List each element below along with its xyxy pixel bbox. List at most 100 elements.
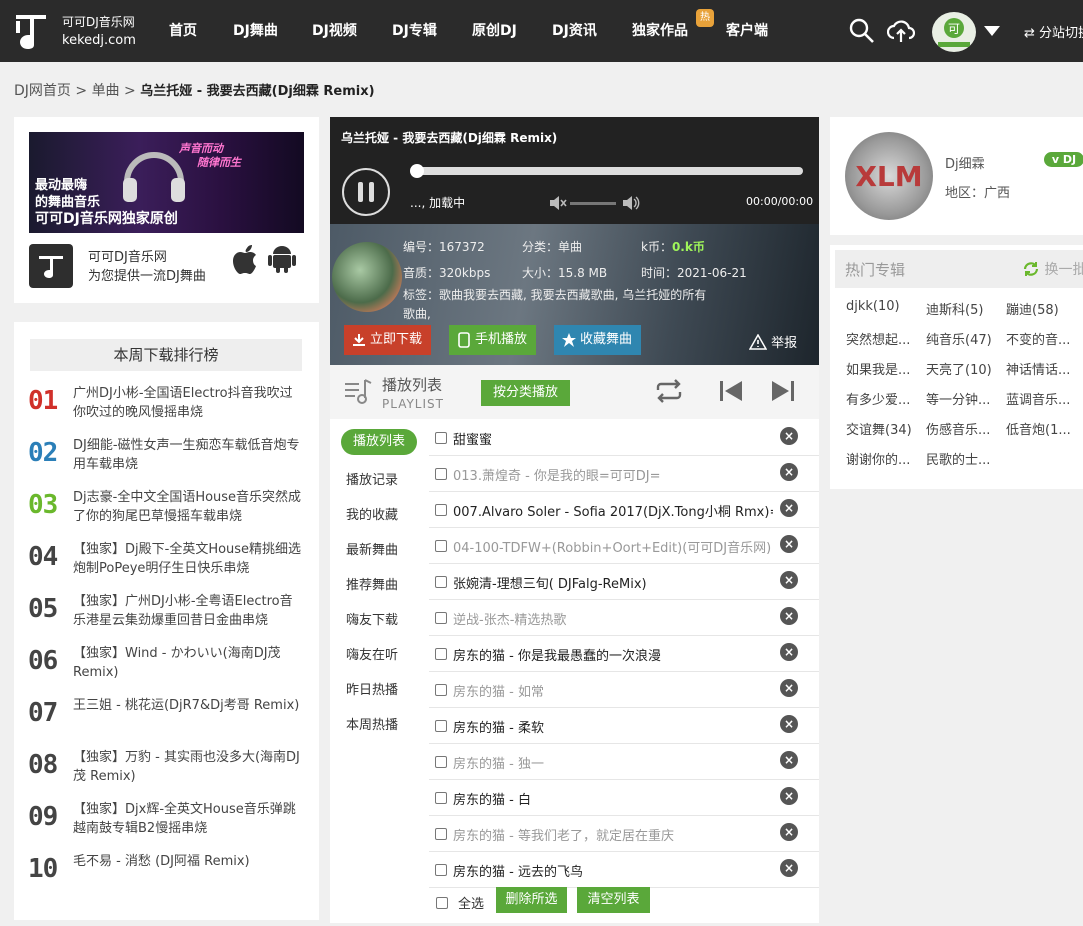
side-tab-playlist[interactable]: 播放列表 bbox=[341, 429, 417, 455]
app-logo-icon[interactable] bbox=[29, 244, 73, 288]
playlist-row[interactable]: 房东的猫 - 独一 × bbox=[429, 744, 819, 780]
report-button[interactable]: 举报 bbox=[748, 332, 797, 351]
remove-row-icon[interactable]: × bbox=[780, 823, 798, 841]
promo-banner[interactable]: 声音而动 随律而生 最动最嗨 的舞曲音乐 可可DJ音乐网独家原创 bbox=[29, 132, 304, 233]
album-link[interactable]: 天亮了(10) bbox=[926, 359, 1004, 378]
remove-row-icon[interactable]: × bbox=[780, 535, 798, 553]
row-checkbox[interactable] bbox=[435, 792, 447, 804]
breadcrumb-home[interactable]: DJ网首页 bbox=[14, 83, 71, 99]
row-checkbox[interactable] bbox=[435, 540, 447, 552]
row-track-title[interactable]: 013.萧煌奇 - 你是我的眼=可可DJ= bbox=[453, 465, 773, 484]
row-checkbox[interactable] bbox=[435, 432, 447, 444]
upload-icon[interactable] bbox=[887, 18, 915, 44]
rank-track-link[interactable]: 【独家】广州DJ小彬-全粤语Electro音乐港星云集劲爆重回昔日金曲串烧 bbox=[73, 592, 303, 630]
collect-button[interactable]: 收藏舞曲 bbox=[554, 325, 641, 355]
android-icon[interactable] bbox=[268, 244, 296, 274]
side-tab-friend-downloads[interactable]: 嗨友下载 bbox=[346, 609, 398, 628]
playlist-row[interactable]: 逆战-张杰-精选热歌 × bbox=[429, 600, 819, 636]
album-link[interactable]: 如果我是... bbox=[846, 359, 924, 378]
row-track-title[interactable]: 张婉清-理想三旬( DJFalg-ReMix) bbox=[453, 573, 773, 592]
remove-row-icon[interactable]: × bbox=[780, 643, 798, 661]
album-link[interactable]: 谢谢你的... bbox=[846, 449, 924, 468]
row-checkbox[interactable] bbox=[435, 576, 447, 588]
album-link[interactable]: djkk(10) bbox=[846, 299, 924, 314]
playlist-row[interactable]: 007.Alvaro Soler - Sofia 2017(DjX.Tong小桐… bbox=[429, 492, 819, 528]
repeat-icon[interactable] bbox=[654, 378, 684, 404]
row-track-title[interactable]: 007.Alvaro Soler - Sofia 2017(DjX.Tong小桐… bbox=[453, 501, 773, 520]
rank-track-link[interactable]: Dj志豪-全中文全国语House音乐突然成了你的狗尾巴草慢摇车载串烧 bbox=[73, 488, 303, 526]
download-button[interactable]: 立即下载 bbox=[344, 325, 431, 355]
album-link[interactable]: 神话情话... bbox=[1006, 359, 1083, 378]
chevron-down-icon[interactable] bbox=[984, 26, 1000, 36]
album-link[interactable]: 蓝调音乐... bbox=[1006, 389, 1083, 408]
album-link[interactable]: 等一分钟... bbox=[926, 389, 1004, 408]
clear-list-button[interactable]: 清空列表 bbox=[577, 887, 650, 913]
remove-row-icon[interactable]: × bbox=[780, 499, 798, 517]
playlist-row[interactable]: 013.萧煌奇 - 你是我的眼=可可DJ= × bbox=[429, 456, 819, 492]
remove-row-icon[interactable]: × bbox=[780, 679, 798, 697]
playlist-row[interactable]: 04-100-TDFW+(Robbin+Oort+Edit)(可可DJ音乐网) × bbox=[429, 528, 819, 564]
volume-icon[interactable] bbox=[622, 195, 640, 211]
apple-icon[interactable] bbox=[231, 244, 259, 274]
select-all-label[interactable]: 全选 bbox=[458, 893, 484, 912]
delete-selected-button[interactable]: 删除所选 bbox=[496, 887, 567, 913]
album-link[interactable]: 迪斯科(5) bbox=[926, 299, 1004, 318]
row-track-title[interactable]: 甜蜜蜜 bbox=[453, 429, 773, 448]
remove-row-icon[interactable]: × bbox=[780, 463, 798, 481]
row-checkbox[interactable] bbox=[435, 828, 447, 840]
rank-track-link[interactable]: 毛不易 - 消愁 (DJ阿福 Remix) bbox=[73, 852, 303, 871]
swap-batch-button[interactable]: 换一批 bbox=[1022, 259, 1083, 279]
side-tab-week-hot[interactable]: 本周热播 bbox=[346, 714, 398, 733]
rank-track-link[interactable]: 【独家】Dj殿下-全英文House精挑细选炮制PoPeye明仔生日快乐串烧 bbox=[73, 540, 303, 578]
remove-row-icon[interactable]: × bbox=[780, 571, 798, 589]
playlist-row[interactable]: 张婉清-理想三旬( DJFalg-ReMix) × bbox=[429, 564, 819, 600]
row-track-title[interactable]: 房东的猫 - 如常 bbox=[453, 681, 773, 700]
remove-row-icon[interactable]: × bbox=[780, 787, 798, 805]
rank-track-link[interactable]: 王三姐 - 桃花运(DjR7&Dj考哥 Remix) bbox=[73, 696, 303, 715]
previous-track-icon[interactable] bbox=[716, 378, 746, 404]
remove-row-icon[interactable]: × bbox=[780, 607, 798, 625]
row-checkbox[interactable] bbox=[435, 504, 447, 516]
album-link[interactable]: 民歌的士... bbox=[926, 449, 1004, 468]
row-track-title[interactable]: 房东的猫 - 等我们老了，就定居在重庆 bbox=[453, 825, 773, 844]
row-checkbox[interactable] bbox=[435, 756, 447, 768]
row-track-title[interactable]: 房东的猫 - 独一 bbox=[453, 753, 773, 772]
row-checkbox[interactable] bbox=[435, 684, 447, 696]
breadcrumb-section[interactable]: 单曲 bbox=[92, 83, 120, 99]
side-tab-history[interactable]: 播放记录 bbox=[346, 469, 398, 488]
row-checkbox[interactable] bbox=[435, 864, 447, 876]
side-tab-friend-listening[interactable]: 嗨友在听 bbox=[346, 644, 398, 663]
artist-avatar[interactable]: XLM bbox=[845, 132, 933, 220]
switch-site-link[interactable]: ⇄ 分站切换 bbox=[1024, 22, 1083, 41]
remove-row-icon[interactable]: × bbox=[780, 427, 798, 445]
playlist-row[interactable]: 房东的猫 - 白 × bbox=[429, 780, 819, 816]
volume-slider[interactable] bbox=[570, 202, 616, 205]
row-track-title[interactable]: 房东的猫 - 白 bbox=[453, 789, 773, 808]
row-track-title[interactable]: 房东的猫 - 你是我最愚蠢的一次浪漫 bbox=[453, 645, 773, 664]
row-track-title[interactable]: 逆战-张杰-精选热歌 bbox=[453, 609, 773, 628]
mute-icon[interactable] bbox=[549, 195, 567, 211]
artist-name[interactable]: Dj细霖 bbox=[945, 153, 985, 172]
progress-handle[interactable] bbox=[410, 164, 424, 178]
side-tab-yesterday-hot[interactable]: 昨日热播 bbox=[346, 679, 398, 698]
rank-track-link[interactable]: 【独家】Djx辉-全英文House音乐弹跳越南鼓专辑B2慢摇串烧 bbox=[73, 800, 303, 838]
album-link[interactable]: 蹦迪(58) bbox=[1006, 299, 1083, 318]
row-checkbox[interactable] bbox=[435, 468, 447, 480]
classify-play-button[interactable]: 按分类播放 bbox=[481, 380, 570, 406]
nav-home[interactable]: 首页 bbox=[169, 20, 197, 40]
remove-row-icon[interactable]: × bbox=[780, 859, 798, 877]
pause-button[interactable] bbox=[342, 168, 390, 216]
album-link[interactable]: 不变的音... bbox=[1006, 329, 1083, 348]
nav-original-dj[interactable]: 原创DJ bbox=[472, 20, 517, 40]
side-tab-recommended[interactable]: 推荐舞曲 bbox=[346, 574, 398, 593]
row-track-title[interactable]: 房东的猫 - 远去的飞鸟 bbox=[453, 861, 773, 880]
album-link[interactable]: 有多少爱... bbox=[846, 389, 924, 408]
search-icon[interactable] bbox=[849, 18, 875, 44]
row-checkbox[interactable] bbox=[435, 648, 447, 660]
row-checkbox[interactable] bbox=[435, 720, 447, 732]
row-checkbox[interactable] bbox=[435, 612, 447, 624]
album-link[interactable]: 纯音乐(47) bbox=[926, 329, 1004, 348]
album-link[interactable]: 交谊舞(34) bbox=[846, 419, 924, 438]
rank-track-link[interactable]: 广州DJ小彬-全国语Electro抖音我吹过你吹过的晚风慢摇串烧 bbox=[73, 384, 303, 422]
nav-dj-dance[interactable]: DJ舞曲 bbox=[233, 20, 278, 40]
